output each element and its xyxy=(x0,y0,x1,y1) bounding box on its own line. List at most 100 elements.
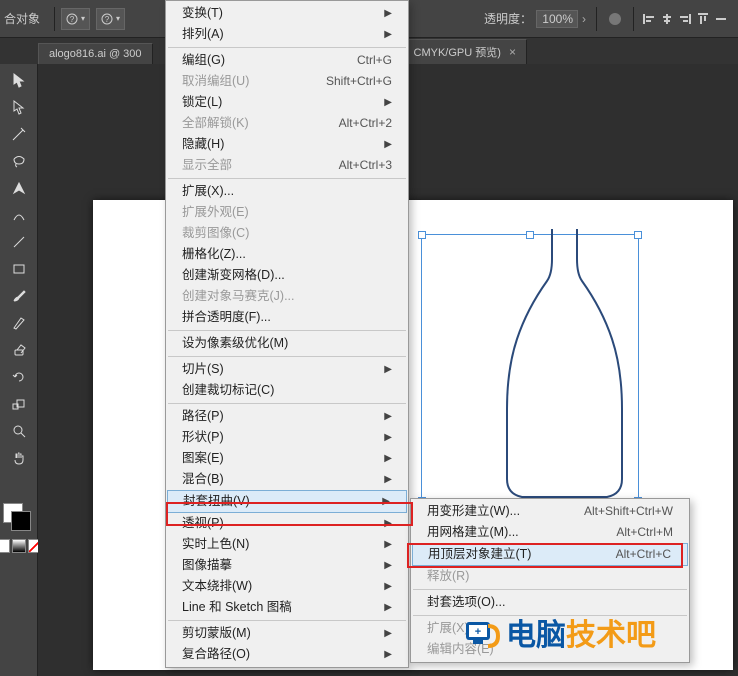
menu-item-label: 用变形建立(W)... xyxy=(427,503,572,520)
menu-item[interactable]: 创建渐变网格(D)... xyxy=(166,265,408,286)
curvature-tool[interactable] xyxy=(7,203,31,227)
menu-item[interactable]: 形状(P) ▶ xyxy=(166,427,408,448)
color-mode-swatches[interactable] xyxy=(0,539,42,553)
document-tab-1[interactable]: alogo816.ai @ 300 xyxy=(38,43,153,64)
menu-item[interactable]: 编组(G)Ctrl+G xyxy=(166,50,408,71)
help-icon: ? xyxy=(101,13,113,25)
submenu-arrow-icon: ▶ xyxy=(384,515,392,532)
menu-item[interactable]: 剪切蒙版(M)▶ xyxy=(166,623,408,644)
selection-tool[interactable] xyxy=(7,68,31,92)
rectangle-tool[interactable] xyxy=(7,257,31,281)
menu-item[interactable]: 实时上色(N)▶ xyxy=(166,534,408,555)
menu-item[interactable]: 文本绕排(W)▶ xyxy=(166,576,408,597)
menu-item[interactable]: 拼合透明度(F)... xyxy=(166,307,408,328)
submenu-arrow-icon: ▶ xyxy=(384,429,392,446)
menu-item-shortcut: Shift+Ctrl+G xyxy=(326,73,392,90)
menu-item-label: 扩展外观(E) xyxy=(182,204,392,221)
selection-handle[interactable] xyxy=(634,231,642,239)
selection-bounds xyxy=(421,234,639,502)
rotate-tool[interactable] xyxy=(7,365,31,389)
opacity-step[interactable]: › xyxy=(578,12,590,26)
submenu-arrow-icon: ▶ xyxy=(384,578,392,595)
submenu-arrow-icon: ▶ xyxy=(384,450,392,467)
svg-text:?: ? xyxy=(70,15,75,24)
align-center-icon[interactable] xyxy=(660,12,674,26)
submenu-arrow-icon: ▶ xyxy=(384,5,392,22)
align-left-icon[interactable] xyxy=(642,12,656,26)
menu-item[interactable]: 锁定(L) ▶ xyxy=(166,92,408,113)
menu-item: 编辑内容(E) xyxy=(411,639,689,660)
menu-item[interactable]: Line 和 Sketch 图稿▶ xyxy=(166,597,408,618)
divider xyxy=(54,7,55,31)
menu-item[interactable]: 封套选项(O)... xyxy=(411,592,689,613)
menu-item-label: 隐藏(H) xyxy=(182,136,376,153)
menu-item-label: 释放(R) xyxy=(427,568,673,585)
zoom-tool[interactable] xyxy=(7,419,31,443)
menu-item-label: 创建渐变网格(D)... xyxy=(182,267,392,284)
object-menu: 变换(T)▶排列(A)▶编组(G)Ctrl+G取消编组(U)Shift+Ctrl… xyxy=(165,0,409,668)
submenu-arrow-icon: ▶ xyxy=(382,493,390,510)
shaper-tool[interactable] xyxy=(7,311,31,335)
lasso-tool[interactable] xyxy=(7,149,31,173)
direct-selection-tool[interactable] xyxy=(7,95,31,119)
style-icon[interactable] xyxy=(605,9,625,29)
menu-item[interactable]: 栅格化(Z)... xyxy=(166,244,408,265)
menu-item[interactable]: 隐藏(H)▶ xyxy=(166,134,408,155)
menu-separator xyxy=(168,403,406,404)
menu-item[interactable]: 切片(S)▶ xyxy=(166,359,408,380)
menu-separator xyxy=(168,356,406,357)
menu-item-label: 复合路径(O) xyxy=(182,646,376,663)
pen-tool[interactable] xyxy=(7,176,31,200)
menu-item-label: 排列(A) xyxy=(182,26,376,43)
menu-item[interactable]: 路径(P)▶ xyxy=(166,406,408,427)
menu-item[interactable]: 复合路径(O)▶ xyxy=(166,644,408,665)
menu-item[interactable]: 封套扭曲(V)▶ xyxy=(167,490,407,513)
hand-tool[interactable] xyxy=(7,446,31,470)
menu-item: 扩展(X) xyxy=(411,618,689,639)
menu-item[interactable]: 用变形建立(W)... Alt+Shift+Ctrl+W xyxy=(411,501,689,522)
menu-item[interactable]: 图案(E) ▶ xyxy=(166,448,408,469)
menu-item[interactable]: 排列(A)▶ xyxy=(166,24,408,45)
menu-item-label: 封套选项(O)... xyxy=(427,594,673,611)
align-more-icon[interactable] xyxy=(714,12,728,26)
menu-separator xyxy=(413,615,687,616)
menu-item-label: 图案(E) xyxy=(182,450,376,467)
submenu-arrow-icon: ▶ xyxy=(384,471,392,488)
selection-handle[interactable] xyxy=(418,231,426,239)
selection-handle[interactable] xyxy=(526,231,534,239)
menu-item[interactable]: 创建裁切标记(C) xyxy=(166,380,408,401)
menu-item[interactable]: 用网格建立(M)...Alt+Ctrl+M xyxy=(411,522,689,543)
menu-item[interactable]: 透视(P)▶ xyxy=(166,513,408,534)
menu-separator xyxy=(413,589,687,590)
opacity-value[interactable]: 100% xyxy=(536,10,578,28)
dropdown-1[interactable]: ?▾ xyxy=(61,8,90,30)
scale-tool[interactable] xyxy=(7,392,31,416)
brush-tool[interactable] xyxy=(7,284,31,308)
menu-item: 创建对象马赛克(J)... xyxy=(166,286,408,307)
document-tab-2[interactable]: CMYK/GPU 预览) × xyxy=(403,39,527,64)
submenu-arrow-icon: ▶ xyxy=(384,94,392,111)
eraser-tool[interactable] xyxy=(7,338,31,362)
line-tool[interactable] xyxy=(7,230,31,254)
align-right-icon[interactable] xyxy=(678,12,692,26)
submenu-arrow-icon: ▶ xyxy=(384,408,392,425)
menu-item-label: 裁剪图像(C) xyxy=(182,225,392,242)
menu-item-shortcut: Ctrl+G xyxy=(357,52,392,69)
menu-item[interactable]: 变换(T)▶ xyxy=(166,3,408,24)
magic-wand-tool[interactable] xyxy=(7,122,31,146)
menu-item-label: 剪切蒙版(M) xyxy=(182,625,376,642)
menu-item[interactable]: 混合(B)▶ xyxy=(166,469,408,490)
menu-item-shortcut: Alt+Shift+Ctrl+W xyxy=(584,503,673,520)
menu-item[interactable]: 扩展(X)... xyxy=(166,181,408,202)
close-icon[interactable]: × xyxy=(509,45,516,59)
menu-item[interactable]: 图像描摹▶ xyxy=(166,555,408,576)
menu-item: 扩展外观(E) xyxy=(166,202,408,223)
menu-item[interactable]: 用顶层对象建立(T)Alt+Ctrl+C xyxy=(412,543,688,566)
fill-stroke-swatch[interactable] xyxy=(3,503,35,535)
dropdown-2[interactable]: ?▾ xyxy=(96,8,125,30)
align-top-icon[interactable] xyxy=(696,12,710,26)
menu-item-shortcut: Alt+Ctrl+C xyxy=(616,546,671,563)
menu-item[interactable]: 设为像素级优化(M) xyxy=(166,333,408,354)
menu-item-label: 锁定(L) xyxy=(182,94,376,111)
menu-item-label: 形状(P) xyxy=(182,429,376,446)
